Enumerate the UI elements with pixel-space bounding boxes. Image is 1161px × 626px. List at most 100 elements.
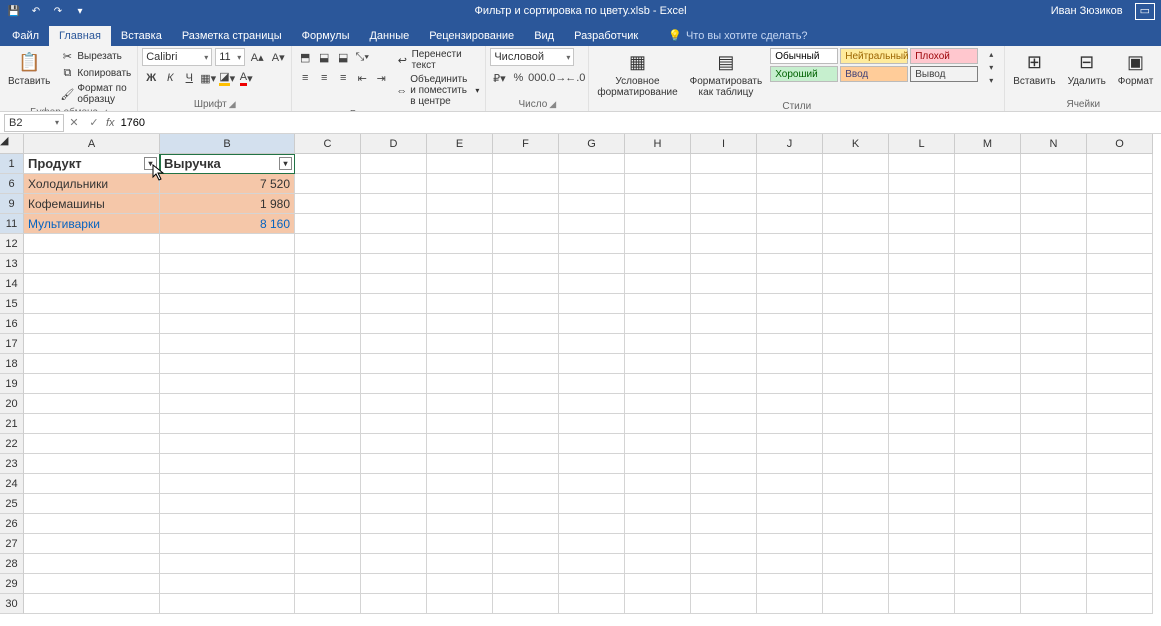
- cell[interactable]: [757, 594, 823, 614]
- row-header[interactable]: 1: [0, 154, 24, 174]
- cell[interactable]: [160, 494, 295, 514]
- cell[interactable]: [1021, 534, 1087, 554]
- cell[interactable]: [823, 354, 889, 374]
- font-color-button[interactable]: А▾: [237, 69, 255, 87]
- cell[interactable]: [493, 434, 559, 454]
- row-header[interactable]: 14: [0, 274, 24, 294]
- cell[interactable]: [559, 194, 625, 214]
- cell[interactable]: [691, 174, 757, 194]
- cell[interactable]: [955, 454, 1021, 474]
- redo-icon[interactable]: ↷: [50, 3, 66, 19]
- cell[interactable]: [559, 374, 625, 394]
- cell[interactable]: [1021, 414, 1087, 434]
- bold-button[interactable]: Ж: [142, 69, 160, 87]
- cell[interactable]: [160, 334, 295, 354]
- cell[interactable]: [24, 314, 160, 334]
- cell[interactable]: [823, 454, 889, 474]
- cell[interactable]: [691, 414, 757, 434]
- cell[interactable]: [691, 294, 757, 314]
- cell[interactable]: [493, 594, 559, 614]
- cell[interactable]: [559, 394, 625, 414]
- formula-input[interactable]: [117, 114, 1161, 132]
- cell[interactable]: [559, 234, 625, 254]
- row-header[interactable]: 19: [0, 374, 24, 394]
- cell[interactable]: [1021, 234, 1087, 254]
- cell[interactable]: [757, 474, 823, 494]
- gallery-down-icon[interactable]: ▾: [982, 61, 1000, 73]
- cell[interactable]: [295, 174, 361, 194]
- fx-icon[interactable]: fx: [106, 117, 115, 129]
- paste-button[interactable]: 📋 Вставить: [4, 48, 54, 89]
- cell[interactable]: [691, 154, 757, 174]
- row-header[interactable]: 15: [0, 294, 24, 314]
- align-top-icon[interactable]: ⬒: [296, 48, 314, 66]
- cell[interactable]: [427, 234, 493, 254]
- cell[interactable]: [295, 274, 361, 294]
- cell[interactable]: [889, 534, 955, 554]
- cell[interactable]: [625, 434, 691, 454]
- cell[interactable]: [889, 414, 955, 434]
- cell[interactable]: [24, 574, 160, 594]
- cell[interactable]: [295, 414, 361, 434]
- cell[interactable]: [691, 234, 757, 254]
- cell[interactable]: [625, 174, 691, 194]
- cell[interactable]: [361, 334, 427, 354]
- cell[interactable]: [361, 594, 427, 614]
- cell[interactable]: [559, 434, 625, 454]
- cell[interactable]: [955, 254, 1021, 274]
- cell[interactable]: [691, 574, 757, 594]
- ribbon-options-icon[interactable]: ▭: [1135, 3, 1155, 20]
- cell[interactable]: [493, 234, 559, 254]
- cell[interactable]: [427, 214, 493, 234]
- cell[interactable]: [24, 374, 160, 394]
- cell[interactable]: [889, 214, 955, 234]
- cell[interactable]: [295, 154, 361, 174]
- cell[interactable]: [427, 174, 493, 194]
- cell[interactable]: [160, 394, 295, 414]
- row-header[interactable]: 26: [0, 514, 24, 534]
- cell[interactable]: [955, 394, 1021, 414]
- cell[interactable]: [955, 154, 1021, 174]
- cell[interactable]: [493, 394, 559, 414]
- row-header[interactable]: 29: [0, 574, 24, 594]
- cell[interactable]: [625, 554, 691, 574]
- col-header-F[interactable]: F: [493, 134, 559, 154]
- cell[interactable]: [823, 394, 889, 414]
- cell[interactable]: [160, 554, 295, 574]
- cell[interactable]: [427, 494, 493, 514]
- col-header-O[interactable]: O: [1087, 134, 1153, 154]
- cell[interactable]: [493, 534, 559, 554]
- cell[interactable]: [361, 294, 427, 314]
- cell[interactable]: [427, 514, 493, 534]
- cell[interactable]: [823, 574, 889, 594]
- cell[interactable]: [1087, 154, 1153, 174]
- cell[interactable]: [24, 414, 160, 434]
- col-header-L[interactable]: L: [889, 134, 955, 154]
- row-header[interactable]: 28: [0, 554, 24, 574]
- cell[interactable]: [493, 554, 559, 574]
- cell-styles-gallery[interactable]: ОбычныйНейтральныйПлохойХорошийВводВывод: [770, 48, 978, 82]
- row-header[interactable]: 12: [0, 234, 24, 254]
- tab-вид[interactable]: Вид: [524, 26, 564, 46]
- cell[interactable]: [625, 234, 691, 254]
- cell[interactable]: [559, 334, 625, 354]
- cell[interactable]: [361, 314, 427, 334]
- cell[interactable]: [889, 574, 955, 594]
- cell[interactable]: [361, 414, 427, 434]
- cell-style-option[interactable]: Обычный: [770, 48, 838, 64]
- align-middle-icon[interactable]: ⬓: [315, 48, 333, 66]
- cell[interactable]: [1021, 514, 1087, 534]
- cell[interactable]: [24, 234, 160, 254]
- cell[interactable]: [889, 374, 955, 394]
- cell[interactable]: [361, 154, 427, 174]
- cell[interactable]: [160, 354, 295, 374]
- cell[interactable]: [361, 514, 427, 534]
- cell[interactable]: [757, 314, 823, 334]
- cell[interactable]: [889, 554, 955, 574]
- cell[interactable]: [295, 554, 361, 574]
- cell[interactable]: [24, 334, 160, 354]
- cell[interactable]: [757, 394, 823, 414]
- cell[interactable]: [691, 334, 757, 354]
- cell[interactable]: [493, 514, 559, 534]
- cell[interactable]: [427, 594, 493, 614]
